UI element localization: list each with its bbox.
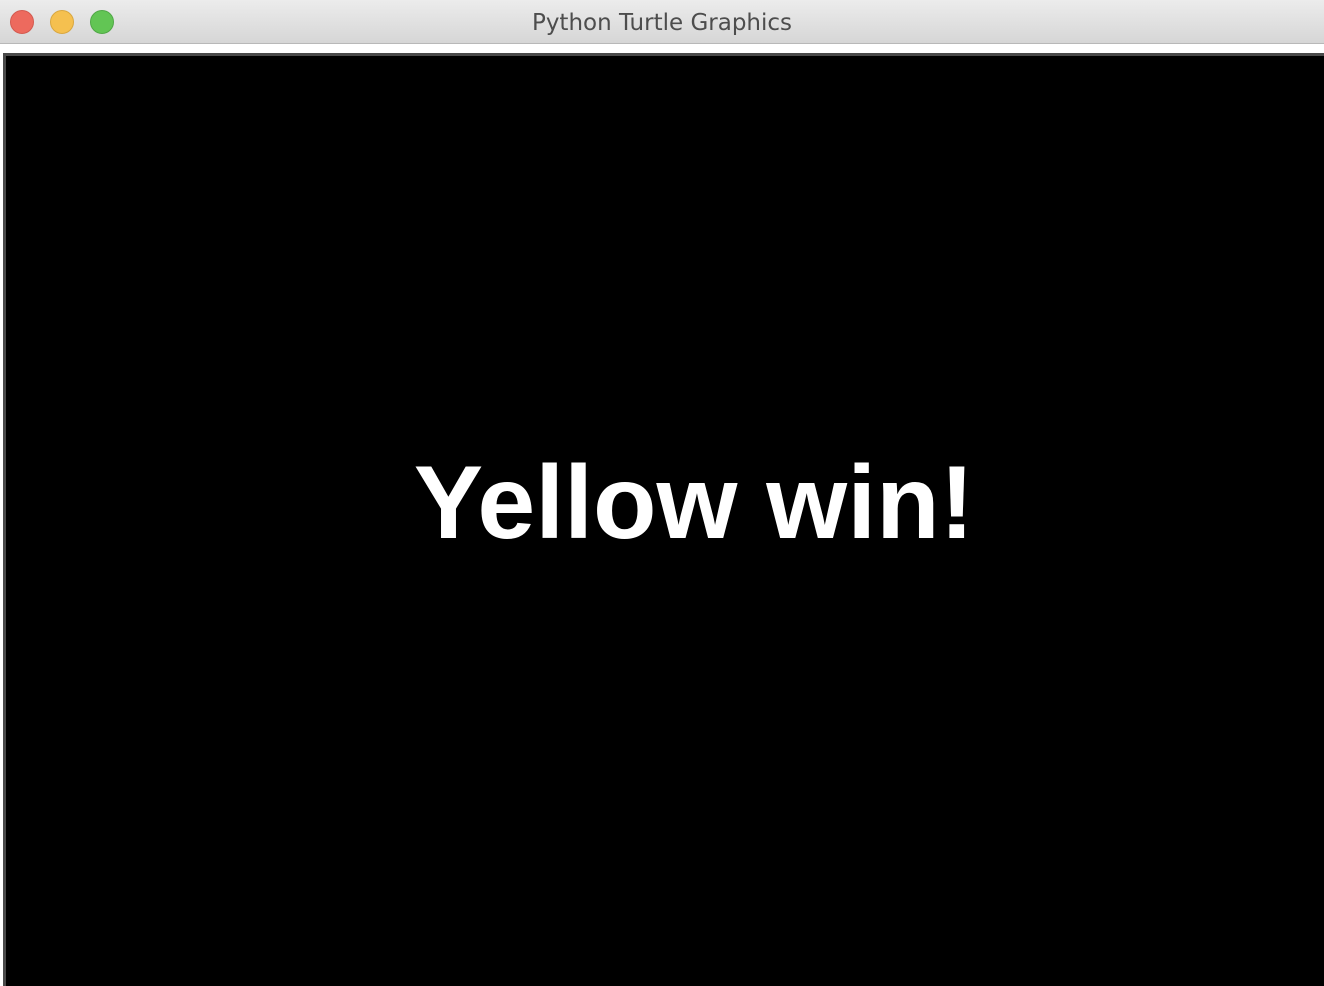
turtle-canvas[interactable]: Yellow win! [3,53,1324,986]
title-bar[interactable]: Python Turtle Graphics [0,0,1324,44]
winner-message: Yellow win! [413,445,975,561]
window-title: Python Turtle Graphics [531,10,793,36]
canvas-frame: Yellow win! [0,46,1324,986]
turtle-window: Python Turtle Graphics Yellow win! [0,0,1324,986]
